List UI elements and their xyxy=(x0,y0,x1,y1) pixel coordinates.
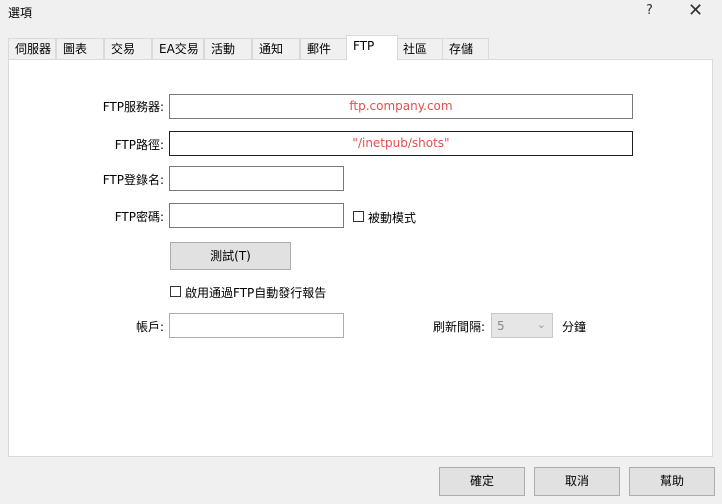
tab-server[interactable]: 伺服器 xyxy=(8,38,56,59)
ftp-path-input[interactable]: "/inetpub/shots" xyxy=(169,131,633,156)
window-title: 選項 xyxy=(8,6,33,20)
minutes-label: 分鐘 xyxy=(562,320,587,334)
passive-mode-label: 被動模式 xyxy=(368,211,417,225)
tab-ftp[interactable]: FTP xyxy=(346,35,398,60)
passive-mode-checkbox[interactable] xyxy=(353,211,364,222)
tab-chart[interactable]: 圖表 xyxy=(56,38,104,59)
account-label: 帳戶: xyxy=(135,320,164,334)
tab-notifications[interactable]: 通知 xyxy=(252,38,300,59)
ftp-login-input[interactable] xyxy=(169,166,344,191)
tab-community[interactable]: 社區 xyxy=(396,38,443,59)
test-button[interactable]: 測試(T) xyxy=(170,242,291,270)
ok-button[interactable]: 確定 xyxy=(439,467,525,496)
close-icon[interactable]: ✕ xyxy=(688,1,703,21)
ftp-server-input[interactable]: ftp.company.com xyxy=(169,94,633,119)
refresh-interval-value: 5 xyxy=(497,319,505,333)
ftp-server-label: FTP服務器: xyxy=(102,100,164,114)
tab-storage[interactable]: 存儲 xyxy=(442,38,489,59)
chevron-down-icon: ⌄ xyxy=(536,318,546,331)
refresh-interval-label: 刷新間隔: xyxy=(432,320,485,334)
help-button[interactable]: 幫助 xyxy=(629,467,715,496)
refresh-interval-select[interactable]: 5 ⌄ xyxy=(491,313,553,338)
title-bar: 選項 ? ✕ xyxy=(0,0,722,26)
enable-ftp-publish-label: 啟用通過FTP自動發行報告 xyxy=(185,286,327,300)
ftp-password-input[interactable] xyxy=(169,203,344,228)
enable-ftp-publish-checkbox[interactable] xyxy=(170,286,181,297)
ftp-login-label: FTP登錄名: xyxy=(102,173,164,187)
ftp-password-label: FTP密碼: xyxy=(114,210,164,224)
cancel-button[interactable]: 取消 xyxy=(534,467,620,496)
tab-expert-advisors[interactable]: EA交易 xyxy=(152,38,204,59)
tab-trade[interactable]: 交易 xyxy=(104,38,152,59)
help-icon[interactable]: ? xyxy=(646,3,653,18)
ftp-path-label: FTP路徑: xyxy=(114,138,164,152)
account-input[interactable] xyxy=(169,313,344,338)
tab-email[interactable]: 郵件 xyxy=(300,38,347,59)
tab-events[interactable]: 活動 xyxy=(204,38,252,59)
